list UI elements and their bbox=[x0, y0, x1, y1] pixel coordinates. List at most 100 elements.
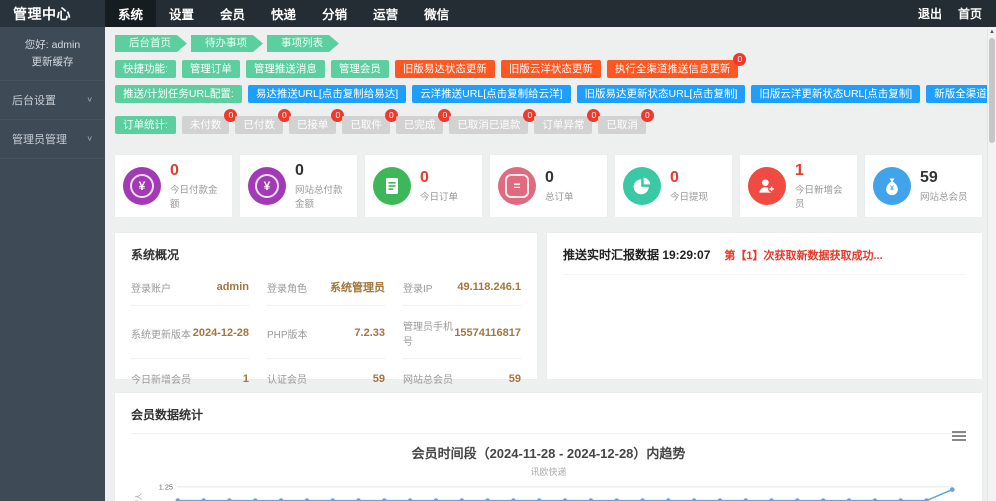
overview-label: 系统更新版本 bbox=[131, 329, 191, 341]
stat-card-text: 0 今日订单 bbox=[420, 169, 458, 203]
nav-tab-系统[interactable]: 系统 bbox=[105, 0, 157, 27]
order-stat-已接单[interactable]: 已接单 0 bbox=[288, 109, 345, 134]
stat-card-text: 1 今日新增会员 bbox=[795, 162, 849, 210]
svg-text:1.25: 1.25 bbox=[159, 482, 173, 491]
stat-card-今日订单[interactable]: 0 今日订单 bbox=[365, 155, 482, 217]
admin-dashboard: 管理中心 系统 设置 会员 快递 分销 运营 微信 退出 首页 您好: admin 更新缓存… bbox=[0, 0, 996, 501]
quick-button-旧版易达状态更新[interactable]: 旧版易达状态更新 bbox=[394, 60, 495, 78]
refresh-cache-link[interactable]: 更新缓存 bbox=[4, 54, 101, 71]
home-link[interactable]: 首页 bbox=[958, 5, 982, 22]
overview-label: 登录IP bbox=[403, 283, 433, 295]
overview-label: PHP版本 bbox=[267, 329, 308, 341]
overview-value: admin bbox=[216, 281, 249, 293]
order-stat-未付数[interactable]: 未付数 0 bbox=[181, 109, 238, 134]
order-stat-订单异常[interactable]: 订单异常 0 bbox=[534, 109, 601, 134]
quick-button-管理推送消息[interactable]: 管理推送消息 bbox=[245, 60, 325, 78]
stat-card-icon-wrap: ¥ bbox=[248, 167, 286, 205]
app-logo: 管理中心 bbox=[0, 0, 105, 27]
sidebar-item-label: 后台设置 bbox=[12, 94, 56, 107]
main-content: 后台首页 待办事项 事项列表 快捷功能: 管理订单 管理推送消息 管理会员 旧版易达状态更新… bbox=[105, 27, 996, 501]
url-button-易达推送URL[点击复制给易达][interactable]: 易达推送URL[点击复制给易达] bbox=[247, 85, 407, 103]
nav-tab-会员[interactable]: 会员 bbox=[207, 0, 258, 27]
stat-card-icon-wrap bbox=[373, 167, 411, 205]
stat-card-label: 今日订单 bbox=[420, 191, 459, 203]
header: 管理中心 系统 设置 会员 快递 分销 运营 微信 退出 首页 bbox=[0, 0, 996, 27]
nav-tab-设置[interactable]: 设置 bbox=[156, 0, 207, 27]
quick-button-旧版云洋状态更新[interactable]: 旧版云洋状态更新 bbox=[500, 60, 601, 78]
chart-title: 会员时间段（2024-11-28 - 2024-12-28）内趋势 bbox=[411, 446, 686, 461]
order-stats-label: 订单统计: bbox=[115, 116, 176, 134]
overview-value: 1 bbox=[242, 372, 249, 385]
stat-card-value: 0 bbox=[670, 169, 679, 187]
scroll-up-icon[interactable]: ▲ bbox=[988, 27, 996, 37]
member-stats-panel: 会员数据统计 会员时间段（2024-11-28 - 2024-12-28）内趋势… bbox=[115, 393, 982, 501]
sidebar-item-后台设置[interactable]: 后台设置 ∨ bbox=[0, 81, 105, 120]
breadcrumb-item[interactable]: 待办事项 bbox=[191, 35, 263, 52]
stat-card-text: 0 今日付款金额 bbox=[170, 162, 224, 210]
order-stat-已付数[interactable]: 已付数 0 bbox=[235, 109, 291, 134]
breadcrumb-item[interactable]: 事项列表 bbox=[267, 35, 339, 52]
url-button-旧版易达更新状态URL[点击复制][interactable]: 旧版易达更新状态URL[点击复制] bbox=[576, 85, 746, 103]
stat-card-value: 1 bbox=[795, 162, 804, 180]
sidebar-menu: 后台设置 ∨ 管理员管理 ∨ bbox=[0, 81, 105, 159]
breadcrumb-item[interactable]: 后台首页 bbox=[115, 35, 187, 52]
stat-card-网站总会员[interactable]: ¥59 网站总会员 bbox=[865, 155, 982, 217]
overview-value: 59 bbox=[372, 372, 385, 385]
chart-menu-icon[interactable] bbox=[952, 429, 966, 443]
money-bag-icon: ¥ bbox=[886, 178, 898, 196]
stat-card-网站总付款金额[interactable]: ¥0 网站总付款金额 bbox=[240, 155, 357, 217]
scrollbar[interactable]: ▲ bbox=[987, 27, 996, 501]
quick-button-管理订单[interactable]: 管理订单 bbox=[181, 60, 240, 78]
order-stat-已取消[interactable]: 已取消 0 bbox=[598, 109, 654, 134]
order-stat-已完成[interactable]: 已完成 0 bbox=[395, 109, 452, 134]
overview-value: 2024-12-28 bbox=[192, 327, 249, 339]
order-stat-已取件[interactable]: 已取件 0 bbox=[342, 109, 398, 134]
stat-card-今日提现[interactable]: 0 今日提现 bbox=[615, 155, 732, 217]
push-report-panel: 推送实时汇报数据 19:29:07 第【1】次获取新数据获取成功... bbox=[547, 233, 982, 379]
overview-cell-PHP版本: PHP版本 7.2.33 bbox=[267, 306, 385, 359]
overview-cell-登录角色: 登录角色 系统管理员 bbox=[267, 267, 385, 306]
overview-label: 管理员手机号 bbox=[403, 322, 453, 348]
url-button-旧版云洋更新状态URL[点击复制][interactable]: 旧版云洋更新状态URL[点击复制] bbox=[751, 85, 921, 103]
overview-value: 15574116817 bbox=[454, 327, 521, 339]
order-stats-row: 订单统计: 未付数 0 已付数 0 已接单 0 已取件 0 已完成 0 已取消已退款 0 订单异常 0 已取消… bbox=[115, 109, 982, 134]
nav-tab-微信[interactable]: 微信 bbox=[411, 0, 462, 27]
stat-card-icon-wrap bbox=[748, 167, 786, 205]
quick-button-执行全渠道推送信息更新[interactable]: 执行全渠道推送信息更新 0 bbox=[606, 53, 747, 78]
overview-label: 今日新增会员 bbox=[131, 375, 191, 386]
stat-card-label: 今日付款金额 bbox=[170, 184, 218, 210]
stat-card-label: 今日提现 bbox=[670, 191, 709, 203]
url-button-云洋推送URL[点击复制给云洋][interactable]: 云洋推送URL[点击复制给云洋] bbox=[412, 85, 571, 103]
svg-text:单位/人: 单位/人 bbox=[134, 493, 143, 501]
stat-card-总订单[interactable]: = 0 总订单 bbox=[490, 155, 607, 217]
overview-cell-登录账户: 登录账户 admin bbox=[131, 267, 249, 306]
nav-tab-快递[interactable]: 快递 bbox=[258, 0, 309, 27]
equals-icon: = bbox=[505, 174, 529, 198]
overview-cell-管理员手机号: 管理员手机号 15574116817 bbox=[403, 306, 521, 359]
scrollbar-thumb[interactable] bbox=[989, 38, 995, 143]
stat-card-value: 0 bbox=[170, 162, 179, 180]
member-stats-title: 会员数据统计 bbox=[131, 408, 204, 422]
stat-card-今日付款金额[interactable]: ¥0 今日付款金额 bbox=[115, 155, 232, 217]
yen-icon: ¥ bbox=[255, 174, 279, 198]
order-stat-已取消已退款[interactable]: 已取消已退款 0 bbox=[449, 109, 537, 134]
stat-card-value: 0 bbox=[295, 162, 304, 180]
top-nav: 系统 设置 会员 快递 分销 运营 微信 退出 首页 bbox=[105, 0, 996, 27]
sidebar-item-管理员管理[interactable]: 管理员管理 ∨ bbox=[0, 120, 105, 159]
logout-link[interactable]: 退出 bbox=[918, 5, 942, 22]
overview-cell-今日新增会员: 今日新增会员 1 bbox=[131, 359, 249, 397]
quick-button-管理会员[interactable]: 管理会员 bbox=[330, 60, 389, 78]
url-button-新版全渠道更新状态URL[点击复制][interactable]: 新版全渠道更新状态URL[点击复制] bbox=[926, 85, 996, 103]
nav-tab-分销[interactable]: 分销 bbox=[309, 0, 360, 27]
nav-right: 退出 首页 bbox=[918, 0, 996, 27]
overview-row: 系统更新版本 2024-12-28 PHP版本 7.2.33 管理员手机号 1557411… bbox=[131, 306, 521, 359]
overview-row: 今日新增会员 1 认证会员 59 网站总会员 59 bbox=[131, 359, 521, 397]
stat-card-label: 今日新增会员 bbox=[795, 184, 843, 210]
member-trend-chart: -0.251.2511/2811/2911/3012/0112/0212/031… bbox=[131, 480, 966, 501]
nav-tab-运营[interactable]: 运营 bbox=[360, 0, 411, 27]
stat-card-今日新增会员[interactable]: 1 今日新增会员 bbox=[740, 155, 857, 217]
push-report-head: 推送实时汇报数据 19:29:07 第【1】次获取新数据获取成功... bbox=[563, 246, 966, 275]
overview-label: 网站总会员 bbox=[403, 375, 453, 386]
badge: 0 bbox=[733, 53, 747, 66]
overview-row: 登录账户 admin 登录角色 系统管理员 登录IP 49.118.246.1 bbox=[131, 267, 521, 306]
